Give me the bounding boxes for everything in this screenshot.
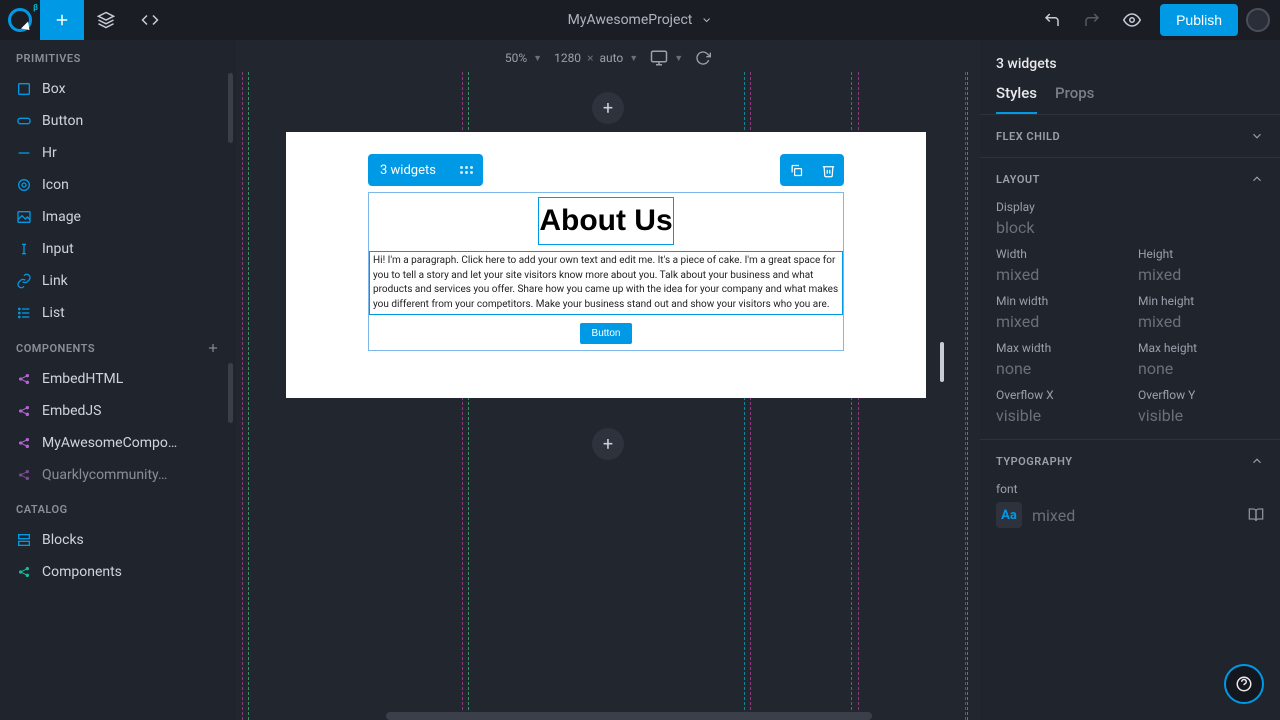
book-icon[interactable] [1248, 507, 1264, 523]
dimensions-control[interactable]: 1280 × auto ▼ [554, 51, 638, 65]
scrollbar-thumb[interactable] [228, 73, 233, 143]
layout-header[interactable]: LAYOUT [980, 158, 1280, 200]
add-component-icon[interactable] [206, 341, 220, 355]
primitive-icon[interactable]: Icon [0, 169, 236, 201]
resize-handle[interactable] [940, 342, 944, 382]
components-list: EmbedHTML EmbedJS MyAwesomeCompo… Quarkl… [0, 363, 236, 491]
properties-panel: 3 widgets Styles Props FLEX CHILD LAYOUT… [980, 40, 1280, 720]
field-min-height[interactable]: Min heightmixed [1138, 294, 1264, 331]
panel-tabs: Styles Props [980, 80, 1280, 114]
monitor-icon [650, 49, 668, 67]
chevron-down-icon [1250, 129, 1264, 143]
beta-badge: β [33, 3, 38, 12]
selection-actions [780, 154, 844, 186]
component-embedjs[interactable]: EmbedJS [0, 395, 236, 427]
primitive-hr[interactable]: Hr [0, 137, 236, 169]
catalog-blocks[interactable]: Blocks [0, 524, 236, 556]
selection-outline: About Us Hi! I'm a paragraph. Click here… [368, 192, 844, 351]
primitive-input[interactable]: Input [0, 233, 236, 265]
user-avatar[interactable] [1246, 8, 1270, 32]
flex-child-header[interactable]: FLEX CHILD [980, 115, 1280, 157]
font-icon: Aa [996, 502, 1022, 528]
drag-handle-icon [448, 166, 483, 174]
primitive-image[interactable]: Image [0, 201, 236, 233]
font-label: font [996, 482, 1264, 496]
publish-button[interactable]: Publish [1160, 4, 1238, 36]
tab-styles[interactable]: Styles [996, 84, 1037, 114]
canvas-toolbar: 50%▼ 1280 × auto ▼ ▼ [236, 40, 980, 72]
topbar-left: β [0, 0, 172, 40]
chevron-up-icon [1250, 172, 1264, 186]
paragraph-widget[interactable]: Hi! I'm a paragraph. Click here to add y… [369, 251, 843, 315]
add-section-above[interactable]: + [592, 92, 624, 124]
selection-badge[interactable]: 3 widgets [368, 154, 483, 186]
component-myawesome[interactable]: MyAwesomeCompo… [0, 427, 236, 459]
field-overflow-x[interactable]: Overflow Xvisible [996, 388, 1122, 425]
rotate-control[interactable] [695, 50, 711, 66]
canvas: 50%▼ 1280 × auto ▼ ▼ [236, 40, 980, 720]
catalog-components[interactable]: Components [0, 556, 236, 588]
panel-title: 3 widgets [980, 40, 1280, 80]
field-max-width[interactable]: Max widthnone [996, 341, 1122, 378]
sidebar-left: PRIMITIVES Box Button Hr Icon Image Inpu… [0, 40, 236, 720]
project-name: MyAwesomeProject [568, 12, 693, 28]
rotate-icon [695, 50, 711, 66]
section-typography: TYPOGRAPHY font Aa mixed [980, 439, 1280, 542]
primitives-list: Box Button Hr Icon Image Input Link List [0, 73, 236, 329]
zoom-control[interactable]: 50%▼ [505, 51, 542, 65]
primitive-button[interactable]: Button [0, 105, 236, 137]
project-title-dropdown[interactable]: MyAwesomeProject [568, 12, 713, 28]
app-logo[interactable]: β [0, 0, 40, 40]
topbar: β MyAwesomeProject Publish [0, 0, 1280, 40]
chevron-down-icon: ▼ [629, 53, 638, 64]
component-quarklycommunity[interactable]: Quarklycommunity… [0, 459, 236, 491]
components-header: COMPONENTS [0, 329, 236, 363]
help-button[interactable] [1224, 664, 1264, 704]
horizontal-scrollbar[interactable] [386, 712, 872, 720]
component-embedhtml[interactable]: EmbedHTML [0, 363, 236, 395]
primitive-link[interactable]: Link [0, 265, 236, 297]
field-overflow-y[interactable]: Overflow Yvisible [1138, 388, 1264, 425]
preview-button[interactable] [1112, 0, 1152, 40]
redo-button[interactable] [1072, 0, 1112, 40]
field-max-height[interactable]: Max heightnone [1138, 341, 1264, 378]
main: PRIMITIVES Box Button Hr Icon Image Inpu… [0, 40, 1280, 720]
section-flex-child: FLEX CHILD [980, 114, 1280, 157]
field-height[interactable]: Heightmixed [1138, 247, 1264, 284]
layers-button[interactable] [84, 0, 128, 40]
primitive-list[interactable]: List [0, 297, 236, 329]
chevron-down-icon: ▼ [533, 53, 542, 64]
undo-button[interactable] [1032, 0, 1072, 40]
button-widget[interactable]: Button [580, 323, 633, 344]
code-button[interactable] [128, 0, 172, 40]
artboard[interactable]: 3 widgets About Us Hi! I'm a paragraph. … [286, 132, 926, 398]
add-panel-button[interactable] [40, 0, 84, 40]
chevron-down-icon [700, 14, 712, 26]
topbar-right: Publish [1032, 0, 1280, 40]
catalog-list: Blocks Components [0, 524, 236, 588]
section-layout: LAYOUT Display block Widthmixed Heightmi… [980, 157, 1280, 439]
chevron-down-icon: ▼ [674, 53, 683, 64]
typography-header[interactable]: TYPOGRAPHY [980, 440, 1280, 482]
canvas-inner[interactable]: + 3 widgets About Us Hi! I'm a paragraph… [236, 72, 980, 720]
field-width[interactable]: Widthmixed [996, 247, 1122, 284]
duplicate-button[interactable] [780, 154, 812, 186]
field-display[interactable]: Display block [996, 200, 1264, 237]
field-font[interactable]: Aa mixed [996, 502, 1264, 528]
add-section-below[interactable]: + [592, 428, 624, 460]
tab-props[interactable]: Props [1055, 84, 1094, 114]
scrollbar-thumb[interactable] [228, 363, 233, 423]
chevron-up-icon [1250, 454, 1264, 468]
catalog-header: CATALOG [0, 491, 236, 524]
device-control[interactable]: ▼ [650, 49, 683, 67]
field-min-width[interactable]: Min widthmixed [996, 294, 1122, 331]
primitives-header: PRIMITIVES [0, 40, 236, 73]
primitive-box[interactable]: Box [0, 73, 236, 105]
delete-button[interactable] [812, 154, 844, 186]
heading-widget[interactable]: About Us [538, 197, 673, 245]
